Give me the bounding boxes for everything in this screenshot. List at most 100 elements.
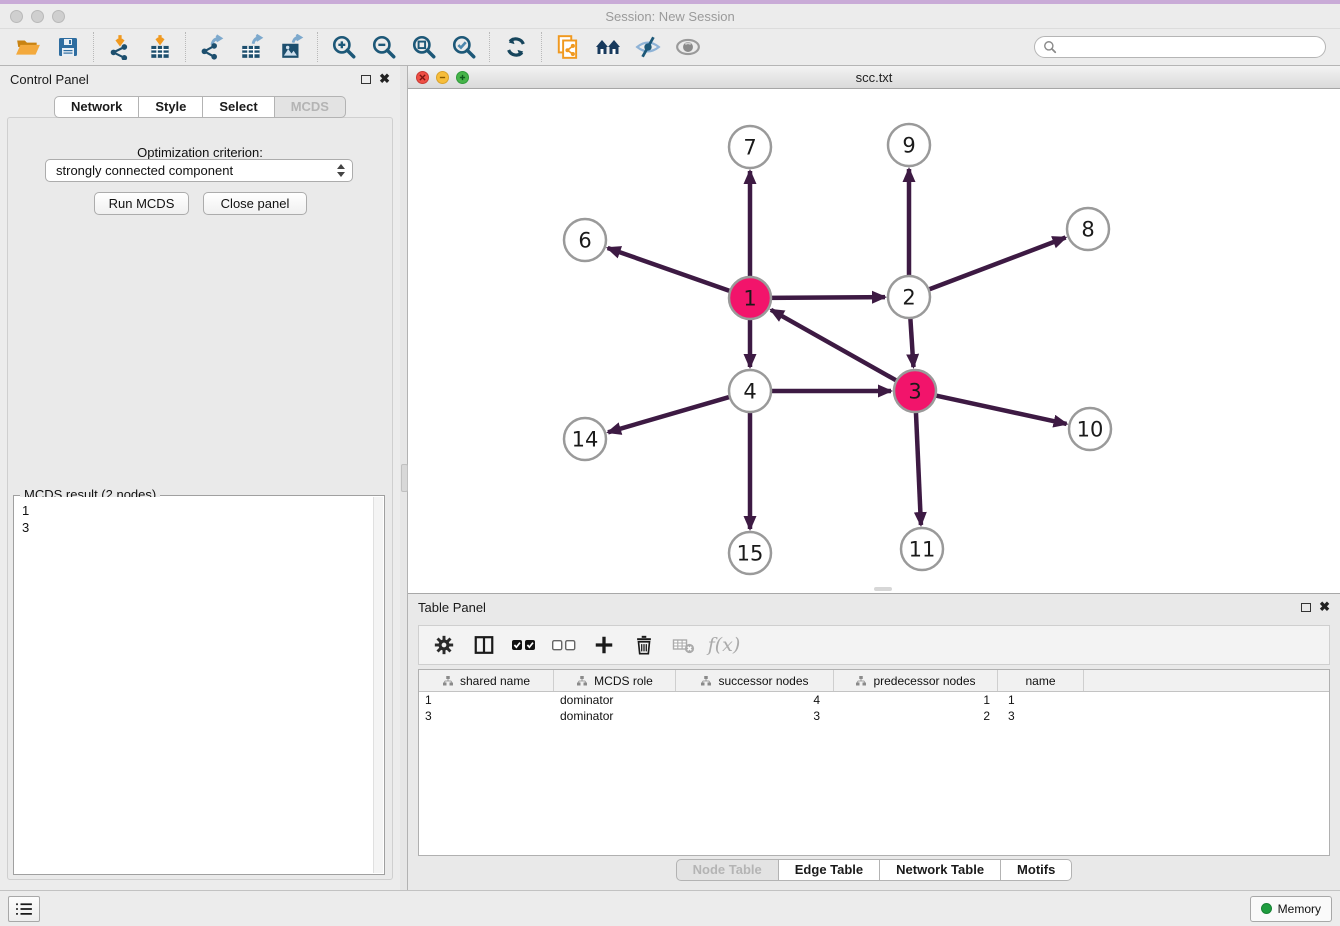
zoom-selected-icon — [451, 34, 477, 60]
column-header-predecessor-nodes[interactable]: predecessor nodes — [834, 670, 998, 691]
column-header-successor-nodes[interactable]: successor nodes — [676, 670, 834, 691]
network-zoom-button[interactable] — [456, 71, 469, 84]
column-label: MCDS role — [594, 674, 653, 688]
tab-select[interactable]: Select — [203, 96, 274, 118]
close-panel-icon[interactable]: ✖ — [379, 74, 390, 84]
zoom-in-button[interactable] — [324, 31, 364, 63]
select-all-button[interactable] — [509, 630, 539, 660]
result-scrollbar[interactable] — [373, 497, 383, 873]
plus-icon — [593, 634, 615, 656]
table-cell[interactable]: 1 — [419, 692, 554, 708]
panel-divider[interactable] — [400, 66, 408, 890]
node-table[interactable]: shared name MCDS role successor nodesprede… — [418, 669, 1330, 856]
network-minimize-button[interactable] — [436, 71, 449, 84]
graph-edge-3-11[interactable] — [916, 410, 921, 525]
tab-network-table[interactable]: Network Table — [880, 859, 1001, 881]
divider-handle[interactable] — [401, 464, 408, 492]
tab-edge-table[interactable]: Edge Table — [779, 859, 880, 881]
control-panel-tabs: NetworkStyleSelectMCDS — [0, 96, 400, 118]
graph-edge-2-3[interactable] — [910, 316, 913, 367]
task-history-button[interactable] — [8, 896, 40, 922]
network-close-button[interactable] — [416, 71, 429, 84]
refresh-network-button[interactable] — [496, 31, 536, 63]
new-network-from-selection-button[interactable] — [548, 31, 588, 63]
table-row[interactable]: 3dominator323 — [419, 708, 1329, 724]
table-cell[interactable]: 3 — [419, 708, 554, 724]
column-header-MCDS-role[interactable]: MCDS role — [554, 670, 676, 691]
search-field[interactable] — [1034, 36, 1326, 58]
tab-node-table[interactable]: Node Table — [676, 859, 779, 881]
export-table-button[interactable] — [232, 31, 272, 63]
import-network-button[interactable] — [100, 31, 140, 63]
table-cell[interactable]: 1 — [834, 692, 998, 708]
tab-mcds[interactable]: MCDS — [275, 96, 346, 118]
network-hscrollbar[interactable] — [874, 587, 892, 591]
delete-table-button[interactable] — [669, 630, 699, 660]
show-all-button[interactable] — [668, 31, 708, 63]
graph-node-label-1: 1 — [743, 287, 756, 311]
table-cell[interactable]: 1 — [998, 692, 1084, 708]
table-options-button[interactable] — [429, 630, 459, 660]
table-panel: Table Panel ✖ — [408, 593, 1340, 890]
close-panel-button[interactable]: Close panel — [203, 192, 307, 215]
deselect-all-button[interactable] — [549, 630, 579, 660]
graph-edge-3-10[interactable] — [934, 395, 1067, 424]
sort-hierarchy-icon — [700, 675, 712, 687]
float-table-panel-icon[interactable] — [1301, 603, 1311, 612]
search-input[interactable] — [1062, 39, 1317, 55]
network-canvas[interactable]: 7968124314101511 — [408, 89, 1340, 593]
hide-selected-button[interactable] — [628, 31, 668, 63]
table-cell[interactable]: 3 — [676, 708, 834, 724]
table-row[interactable]: 1dominator411 — [419, 692, 1329, 708]
sort-hierarchy-icon — [576, 675, 588, 687]
criterion-value: strongly connected component — [56, 163, 233, 178]
run-mcds-button[interactable]: Run MCDS — [94, 192, 189, 215]
close-window-button[interactable] — [10, 10, 23, 23]
save-session-button[interactable] — [48, 31, 88, 63]
table-cell[interactable]: dominator — [554, 708, 676, 724]
column-header-name[interactable]: name — [998, 670, 1084, 691]
zoom-fit-button[interactable] — [404, 31, 444, 63]
tab-style[interactable]: Style — [139, 96, 203, 118]
table-cell[interactable]: dominator — [554, 692, 676, 708]
result-line: 1 — [22, 502, 376, 519]
tab-network[interactable]: Network — [54, 96, 139, 118]
zoom-out-button[interactable] — [364, 31, 404, 63]
graph-edge-4-14[interactable] — [608, 396, 732, 432]
import-table-button[interactable] — [140, 31, 180, 63]
criterion-select[interactable]: strongly connected component — [45, 159, 353, 182]
table-panel-title: Table Panel — [418, 600, 486, 615]
export-network-button[interactable] — [192, 31, 232, 63]
table-cell[interactable]: 2 — [834, 708, 998, 724]
network-document-icon — [555, 34, 581, 60]
control-panel-header: Control Panel ✖ — [0, 66, 400, 92]
function-builder-button[interactable]: f(x) — [709, 630, 739, 660]
graph-edge-1-2[interactable] — [769, 297, 885, 298]
close-table-panel-icon[interactable]: ✖ — [1319, 602, 1330, 612]
delete-column-button[interactable] — [629, 630, 659, 660]
graph-edge-2-8[interactable] — [927, 238, 1066, 291]
table-cell[interactable]: 4 — [676, 692, 834, 708]
toolbar-separator — [185, 32, 187, 62]
float-panel-icon[interactable] — [361, 75, 371, 84]
graph-edge-1-6[interactable] — [608, 248, 732, 292]
open-session-button[interactable] — [8, 31, 48, 63]
minimize-window-button[interactable] — [31, 10, 44, 23]
mcds-result-textarea[interactable]: 13 — [15, 497, 383, 873]
window-title: Session: New Session — [0, 9, 1340, 24]
graph-edge-3-1[interactable] — [771, 310, 899, 382]
column-header-shared-name[interactable]: shared name — [419, 670, 554, 691]
result-line: 3 — [22, 519, 376, 536]
toggle-columns-button[interactable] — [469, 630, 499, 660]
zoom-window-button[interactable] — [52, 10, 65, 23]
tab-motifs[interactable]: Motifs — [1001, 859, 1072, 881]
add-column-button[interactable] — [589, 630, 619, 660]
zoom-selected-button[interactable] — [444, 31, 484, 63]
first-neighbors-button[interactable] — [588, 31, 628, 63]
workspace: scc.txt 7968124314101511 Table Panel ✖ — [408, 66, 1340, 890]
export-image-button[interactable] — [272, 31, 312, 63]
graph-node-label-9: 9 — [902, 134, 915, 158]
open-folder-icon — [15, 34, 41, 60]
memory-button[interactable]: Memory — [1250, 896, 1332, 922]
table-cell[interactable]: 3 — [998, 708, 1084, 724]
